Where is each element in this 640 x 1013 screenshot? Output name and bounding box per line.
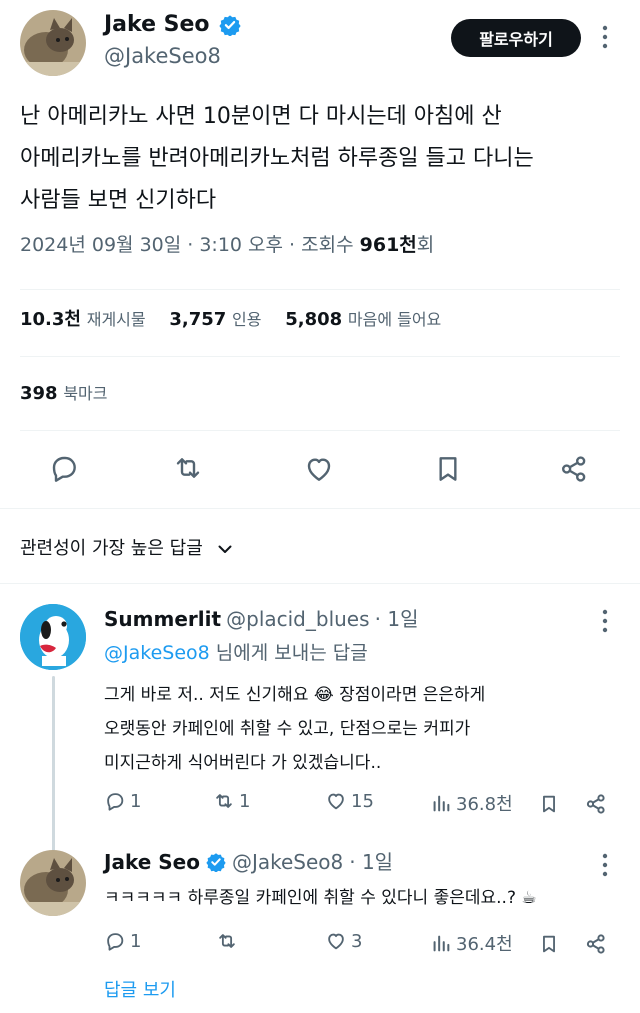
share-icon[interactable] [584, 792, 608, 816]
view-count-suffix: 회 [416, 234, 435, 256]
bookmark-icon[interactable] [538, 932, 560, 956]
author-handle[interactable]: @JakeSeo8 [104, 42, 221, 70]
views-icon [430, 792, 452, 814]
reply-reply-action[interactable]: 1 [104, 790, 141, 812]
like-icon[interactable] [303, 453, 335, 485]
bookmarks-count: 398 [20, 383, 58, 404]
quotes-stat[interactable]: 3,757 인용 [169, 309, 267, 330]
repost-icon [213, 790, 235, 812]
reply-text-line: 그게 바로 저.. 저도 신기해요 😂 장점이라면 은은하게 [104, 685, 486, 705]
views-icon [430, 932, 452, 954]
follow-button[interactable]: 팔로우하기 [451, 19, 581, 57]
reply-avatar[interactable] [20, 604, 86, 670]
reply-avatar[interactable] [20, 850, 86, 916]
reply-header: Summerlit @placid_blues · 1일 [104, 604, 418, 636]
quotes-count: 3,757 [169, 309, 227, 330]
tweet-text-line: 사람들 보면 신기하다 [20, 188, 217, 213]
repost-icon[interactable] [172, 452, 204, 484]
reposts-stat[interactable]: 10.3천 재게시물 [20, 309, 151, 330]
bookmarks-label: 북마크 [63, 384, 108, 403]
reply-text-line: 미지근하게 식어버린다 가 있겠습니다.. [104, 753, 382, 773]
stats-row: 10.3천 재게시물 3,757 인용 5,808 마음에 들어요 [20, 305, 441, 335]
views-count: 36.8천 [456, 794, 513, 815]
reply-icon [104, 790, 126, 812]
view-count: 961천 [359, 234, 417, 256]
reply-views-action[interactable]: 36.8천 [430, 790, 513, 816]
reply-time[interactable]: · 1일 [349, 847, 393, 877]
reply-to-suffix: 님에게 보내는 답글 [209, 642, 368, 664]
reply-to-line: @JakeSeo8 님에게 보내는 답글 [104, 638, 368, 668]
divider [0, 583, 640, 584]
reply-header: Jake Seo @JakeSeo8 · 1일 [104, 847, 393, 877]
reply-author-handle[interactable]: @JakeSeo8 [232, 847, 343, 877]
divider [20, 289, 620, 290]
author-avatar[interactable] [20, 10, 86, 76]
tweet-text-line: 난 아메리카노 사면 10분이면 다 마시는데 아침에 산 [20, 104, 502, 129]
likes-count: 5,808 [285, 309, 343, 330]
reply-to-mention[interactable]: @JakeSeo8 [104, 642, 210, 664]
tweet-text: 난 아메리카노 사면 10분이면 다 마시는데 아침에 산 아메리카노를 반려아… [20, 96, 630, 222]
reply-sort-dropdown[interactable]: 관련성이 가장 높은 답글 [20, 535, 233, 563]
more-options-icon[interactable] [600, 852, 610, 878]
reply-text-line: 오랫동안 카페인에 취할 수 있고, 단점으로는 커피가 [104, 719, 471, 739]
views-count: 36.4천 [456, 934, 513, 955]
reposts-count: 10.3천 [20, 309, 81, 330]
like-count: 3 [351, 930, 363, 952]
reply-reply-action[interactable]: 1 [104, 930, 141, 952]
like-icon [325, 790, 347, 812]
repost-icon [216, 930, 238, 952]
show-replies-link[interactable]: 답글 보기 [104, 976, 176, 1006]
more-options-icon[interactable] [600, 24, 610, 50]
reply-text: 그게 바로 저.. 저도 신기해요 😂 장점이라면 은은하게 오랫동안 카페인에… [104, 678, 485, 780]
likes-label: 마음에 들어요 [347, 310, 442, 329]
share-icon[interactable] [584, 932, 608, 956]
quotes-label: 인용 [232, 310, 262, 329]
repost-count: 1 [239, 790, 251, 812]
follow-button-label: 팔로우하기 [479, 30, 553, 49]
reposts-label: 재게시물 [86, 310, 146, 329]
verified-badge-icon [206, 852, 226, 872]
reply-count: 1 [130, 930, 142, 952]
bookmarks-stat[interactable]: 398 북마크 [20, 379, 107, 409]
reply-count: 1 [130, 790, 142, 812]
chevron-down-icon [217, 541, 233, 557]
reply-icon [104, 930, 126, 952]
reply-text: ㅋㅋㅋㅋㅋ 하루종일 카페인에 취할 수 있다니 좋은데요..? ☕ [104, 881, 537, 915]
reply-like-action[interactable]: 15 [325, 790, 374, 812]
divider [0, 508, 640, 509]
bookmark-icon[interactable] [432, 453, 464, 485]
reply-icon[interactable] [48, 452, 80, 484]
reply-time[interactable]: · 1일 [375, 607, 419, 631]
reply-views-action[interactable]: 36.4천 [430, 930, 513, 956]
reply-author-name[interactable]: Jake Seo [104, 847, 200, 877]
share-icon[interactable] [558, 453, 590, 485]
reply-author-handle[interactable]: @placid_blues [226, 607, 369, 631]
likes-stat[interactable]: 5,808 마음에 들어요 [285, 309, 441, 330]
verified-badge-icon [219, 14, 241, 36]
author-name[interactable]: Jake Seo [104, 10, 210, 40]
like-icon [325, 930, 347, 952]
tweet-text-line: 아메리카노를 반려아메리카노처럼 하루종일 들고 다니는 [20, 146, 534, 171]
reply-text-line: ㅋㅋㅋㅋㅋ 하루종일 카페인에 취할 수 있다니 좋은데요..? ☕ [104, 888, 537, 908]
thread-line [52, 676, 55, 854]
tweet-date[interactable]: 2024년 09월 30일 · 3:10 오후 · 조회수 [20, 234, 360, 256]
like-count: 15 [351, 790, 374, 812]
reply-author-name[interactable]: Summerlit [104, 607, 221, 631]
reply-repost-action[interactable] [216, 930, 242, 952]
divider [20, 430, 620, 431]
divider [20, 356, 620, 357]
reply-like-action[interactable]: 3 [325, 930, 362, 952]
reply-sort-label: 관련성이 가장 높은 답글 [20, 538, 203, 559]
tweet-timestamp[interactable]: 2024년 09월 30일 · 3:10 오후 · 조회수 961천회 [20, 230, 434, 260]
bookmark-icon[interactable] [538, 792, 560, 816]
reply-repost-action[interactable]: 1 [213, 790, 250, 812]
more-options-icon[interactable] [600, 608, 610, 634]
